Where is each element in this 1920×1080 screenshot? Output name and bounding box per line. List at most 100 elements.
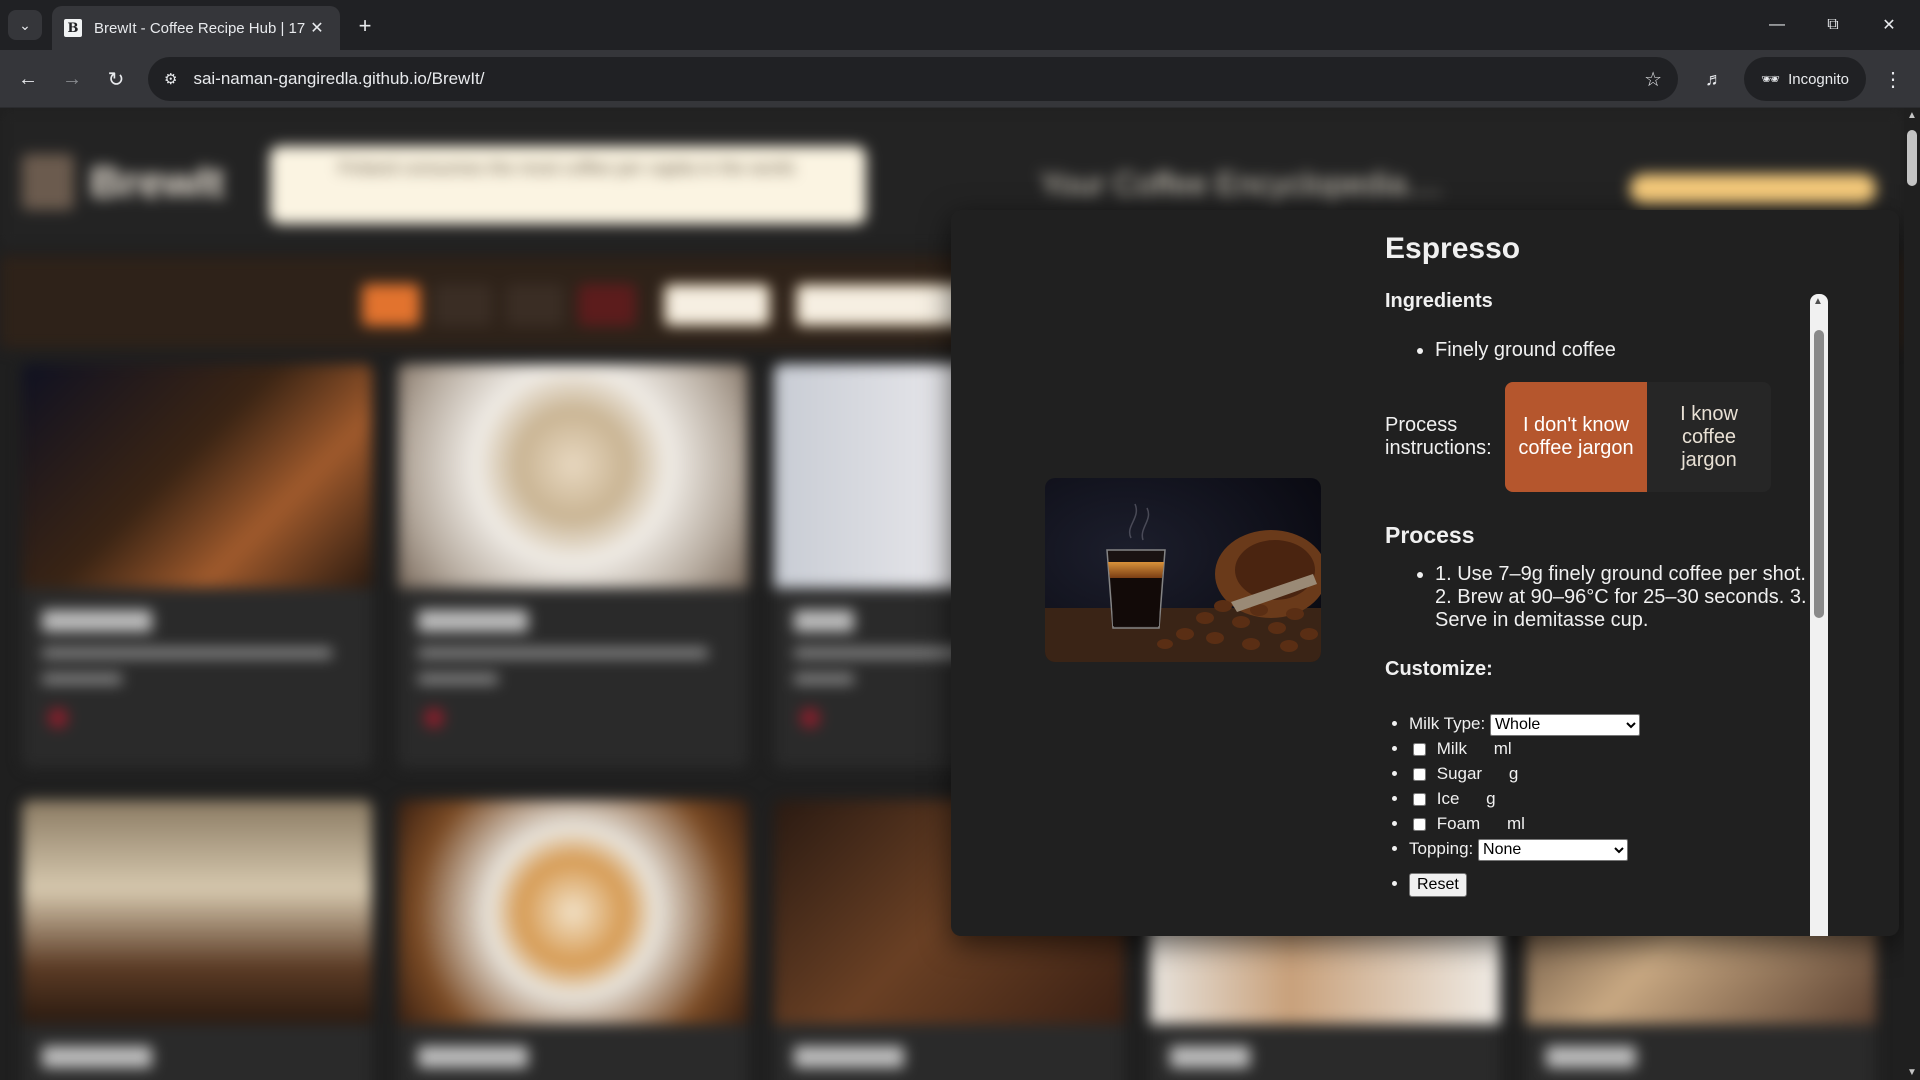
page-scrollbar-thumb[interactable]: [1907, 130, 1917, 186]
site-favicon-icon: B: [64, 19, 82, 37]
browser-toolbar: ← → ↻ ⚙ sai-naman-gangiredla.github.io/B…: [0, 50, 1920, 108]
card-title-placeholder: [794, 610, 854, 632]
customize-heading: Customize:: [1385, 658, 1493, 680]
tab-title: BrewIt - Coffee Recipe Hub | 17: [94, 19, 306, 37]
tab-strip: ⌄ B BrewIt - Coffee Recipe Hub | 17 ✕ + …: [0, 0, 1920, 50]
card-image: [398, 800, 748, 1024]
card-image: [22, 800, 372, 1024]
reset-row: Reset: [1409, 871, 1825, 897]
topping-row: Topping: None: [1409, 836, 1825, 861]
card-text-placeholder: [42, 674, 122, 684]
card-title-placeholder: [794, 1046, 904, 1068]
foam-unit: ml: [1506, 814, 1525, 833]
incognito-icon: 🕶: [1761, 71, 1781, 88]
card-text-placeholder: [42, 648, 332, 658]
milk-type-label: Milk Type:: [1409, 714, 1486, 733]
page-scrollbar[interactable]: ▲ ▼: [1904, 108, 1920, 1080]
ice-row: Ice g: [1409, 786, 1825, 811]
process-list: 1. Use 7–9g finely ground coffee per sho…: [1385, 563, 1825, 632]
filter-search-input[interactable]: [664, 284, 770, 326]
card-title-placeholder: [1546, 1046, 1636, 1068]
modal-scrollbar[interactable]: ▲ ▼: [1810, 294, 1828, 936]
card-title-placeholder: [1170, 1046, 1250, 1068]
logo-icon: [22, 154, 74, 210]
header-action-button[interactable]: [1630, 174, 1876, 204]
coffee-card[interactable]: [398, 364, 748, 768]
milk-checkbox[interactable]: [1413, 743, 1426, 757]
card-text-placeholder: [794, 674, 854, 684]
reload-icon[interactable]: ↻: [100, 63, 132, 95]
ice-label: Ice: [1436, 789, 1460, 808]
card-text-placeholder: [418, 674, 498, 684]
card-image: [398, 364, 748, 588]
forward-arrow-icon[interactable]: →: [56, 63, 88, 95]
jargon-button[interactable]: I know coffee jargon: [1647, 382, 1771, 492]
card-image: [22, 364, 372, 588]
bookmark-star-icon[interactable]: ☆: [1644, 67, 1662, 92]
card-text-placeholder: [418, 648, 708, 658]
heart-icon[interactable]: [424, 708, 444, 728]
sugar-checkbox[interactable]: [1413, 768, 1426, 782]
sugar-row: Sugar g: [1409, 761, 1825, 786]
heart-icon[interactable]: [800, 708, 820, 728]
ingredient-item: Finely ground coffee: [1435, 339, 1825, 362]
foam-label: Foam: [1436, 814, 1481, 833]
incognito-badge[interactable]: 🕶 Incognito: [1744, 57, 1866, 101]
filter-chip-all[interactable]: [362, 284, 420, 326]
card-title-placeholder: [42, 1046, 152, 1068]
site-info-icon[interactable]: ⚙: [164, 70, 177, 88]
topping-label: Topping:: [1409, 839, 1474, 858]
topping-select[interactable]: None: [1478, 838, 1629, 861]
close-tab-icon[interactable]: ✕: [306, 17, 328, 39]
page-viewport: BrewIt Finland consumes the most coffee …: [0, 108, 1904, 1080]
coffee-card[interactable]: [398, 800, 748, 1080]
scroll-up-arrow-icon[interactable]: ▲: [1813, 296, 1823, 307]
media-controls-icon[interactable]: ♬: [1698, 63, 1730, 95]
filter-chip-favorites[interactable]: [578, 284, 636, 326]
incognito-label: Incognito: [1788, 70, 1849, 88]
milk-type-row: Milk Type: Whole: [1409, 711, 1825, 736]
coffee-card[interactable]: [22, 800, 372, 1080]
foam-checkbox[interactable]: [1413, 818, 1426, 832]
close-window-icon[interactable]: ✕: [1866, 8, 1912, 42]
back-arrow-icon[interactable]: ←: [12, 63, 44, 95]
restore-icon[interactable]: ⧉: [1810, 8, 1856, 42]
minimize-icon[interactable]: —: [1754, 8, 1800, 42]
active-tab[interactable]: B BrewIt - Coffee Recipe Hub | 17 ✕: [52, 6, 340, 50]
process-heading: Process: [1385, 522, 1475, 548]
process-step: 1. Use 7–9g finely ground coffee per sho…: [1435, 563, 1817, 632]
process-instructions-row: Process instructions: I don't know coffe…: [1385, 382, 1825, 492]
heart-icon[interactable]: [48, 708, 68, 728]
tab-search-button[interactable]: ⌄: [8, 10, 42, 40]
filter-chip-hot[interactable]: [434, 284, 492, 326]
milk-unit: ml: [1493, 739, 1512, 758]
espresso-image: [1045, 478, 1321, 662]
scroll-up-arrow-icon[interactable]: ▲: [1907, 110, 1917, 121]
modal-scrollbar-thumb[interactable]: [1814, 330, 1824, 618]
new-tab-button[interactable]: +: [350, 11, 380, 41]
card-title-placeholder: [418, 610, 528, 632]
filter-chip-iced[interactable]: [506, 284, 564, 326]
ingredients-list: Finely ground coffee: [1385, 339, 1825, 362]
browser-menu-icon[interactable]: ⋮: [1878, 63, 1908, 95]
espresso-photo: [1045, 478, 1321, 662]
coffee-card[interactable]: [22, 364, 372, 768]
scroll-down-arrow-icon[interactable]: ▼: [1907, 1067, 1917, 1078]
reset-button[interactable]: Reset: [1409, 873, 1467, 897]
chevron-down-icon: ⌄: [19, 16, 31, 33]
sugar-label: Sugar: [1436, 764, 1483, 783]
url-text[interactable]: sai-naman-gangiredla.github.io/BrewIt/: [193, 69, 1644, 89]
address-bar[interactable]: ⚙ sai-naman-gangiredla.github.io/BrewIt/…: [148, 57, 1678, 101]
card-title-placeholder: [418, 1046, 528, 1068]
ingredients-heading: Ingredients: [1385, 290, 1493, 312]
ice-checkbox[interactable]: [1413, 793, 1426, 807]
ice-unit: g: [1486, 789, 1496, 808]
recipe-details: Espresso Ingredients Finely ground coffe…: [1385, 224, 1825, 897]
process-instructions-label: Process instructions:: [1385, 414, 1492, 459]
sugar-unit: g: [1508, 764, 1519, 783]
site-logo-text: BrewIt: [90, 158, 225, 207]
recipe-title: Espresso: [1385, 232, 1521, 265]
coffee-fact-box: Finland consumes the most coffee per cap…: [270, 146, 866, 224]
milk-type-select[interactable]: Whole: [1489, 713, 1640, 736]
no-jargon-button[interactable]: I don't know coffee jargon: [1505, 382, 1647, 492]
